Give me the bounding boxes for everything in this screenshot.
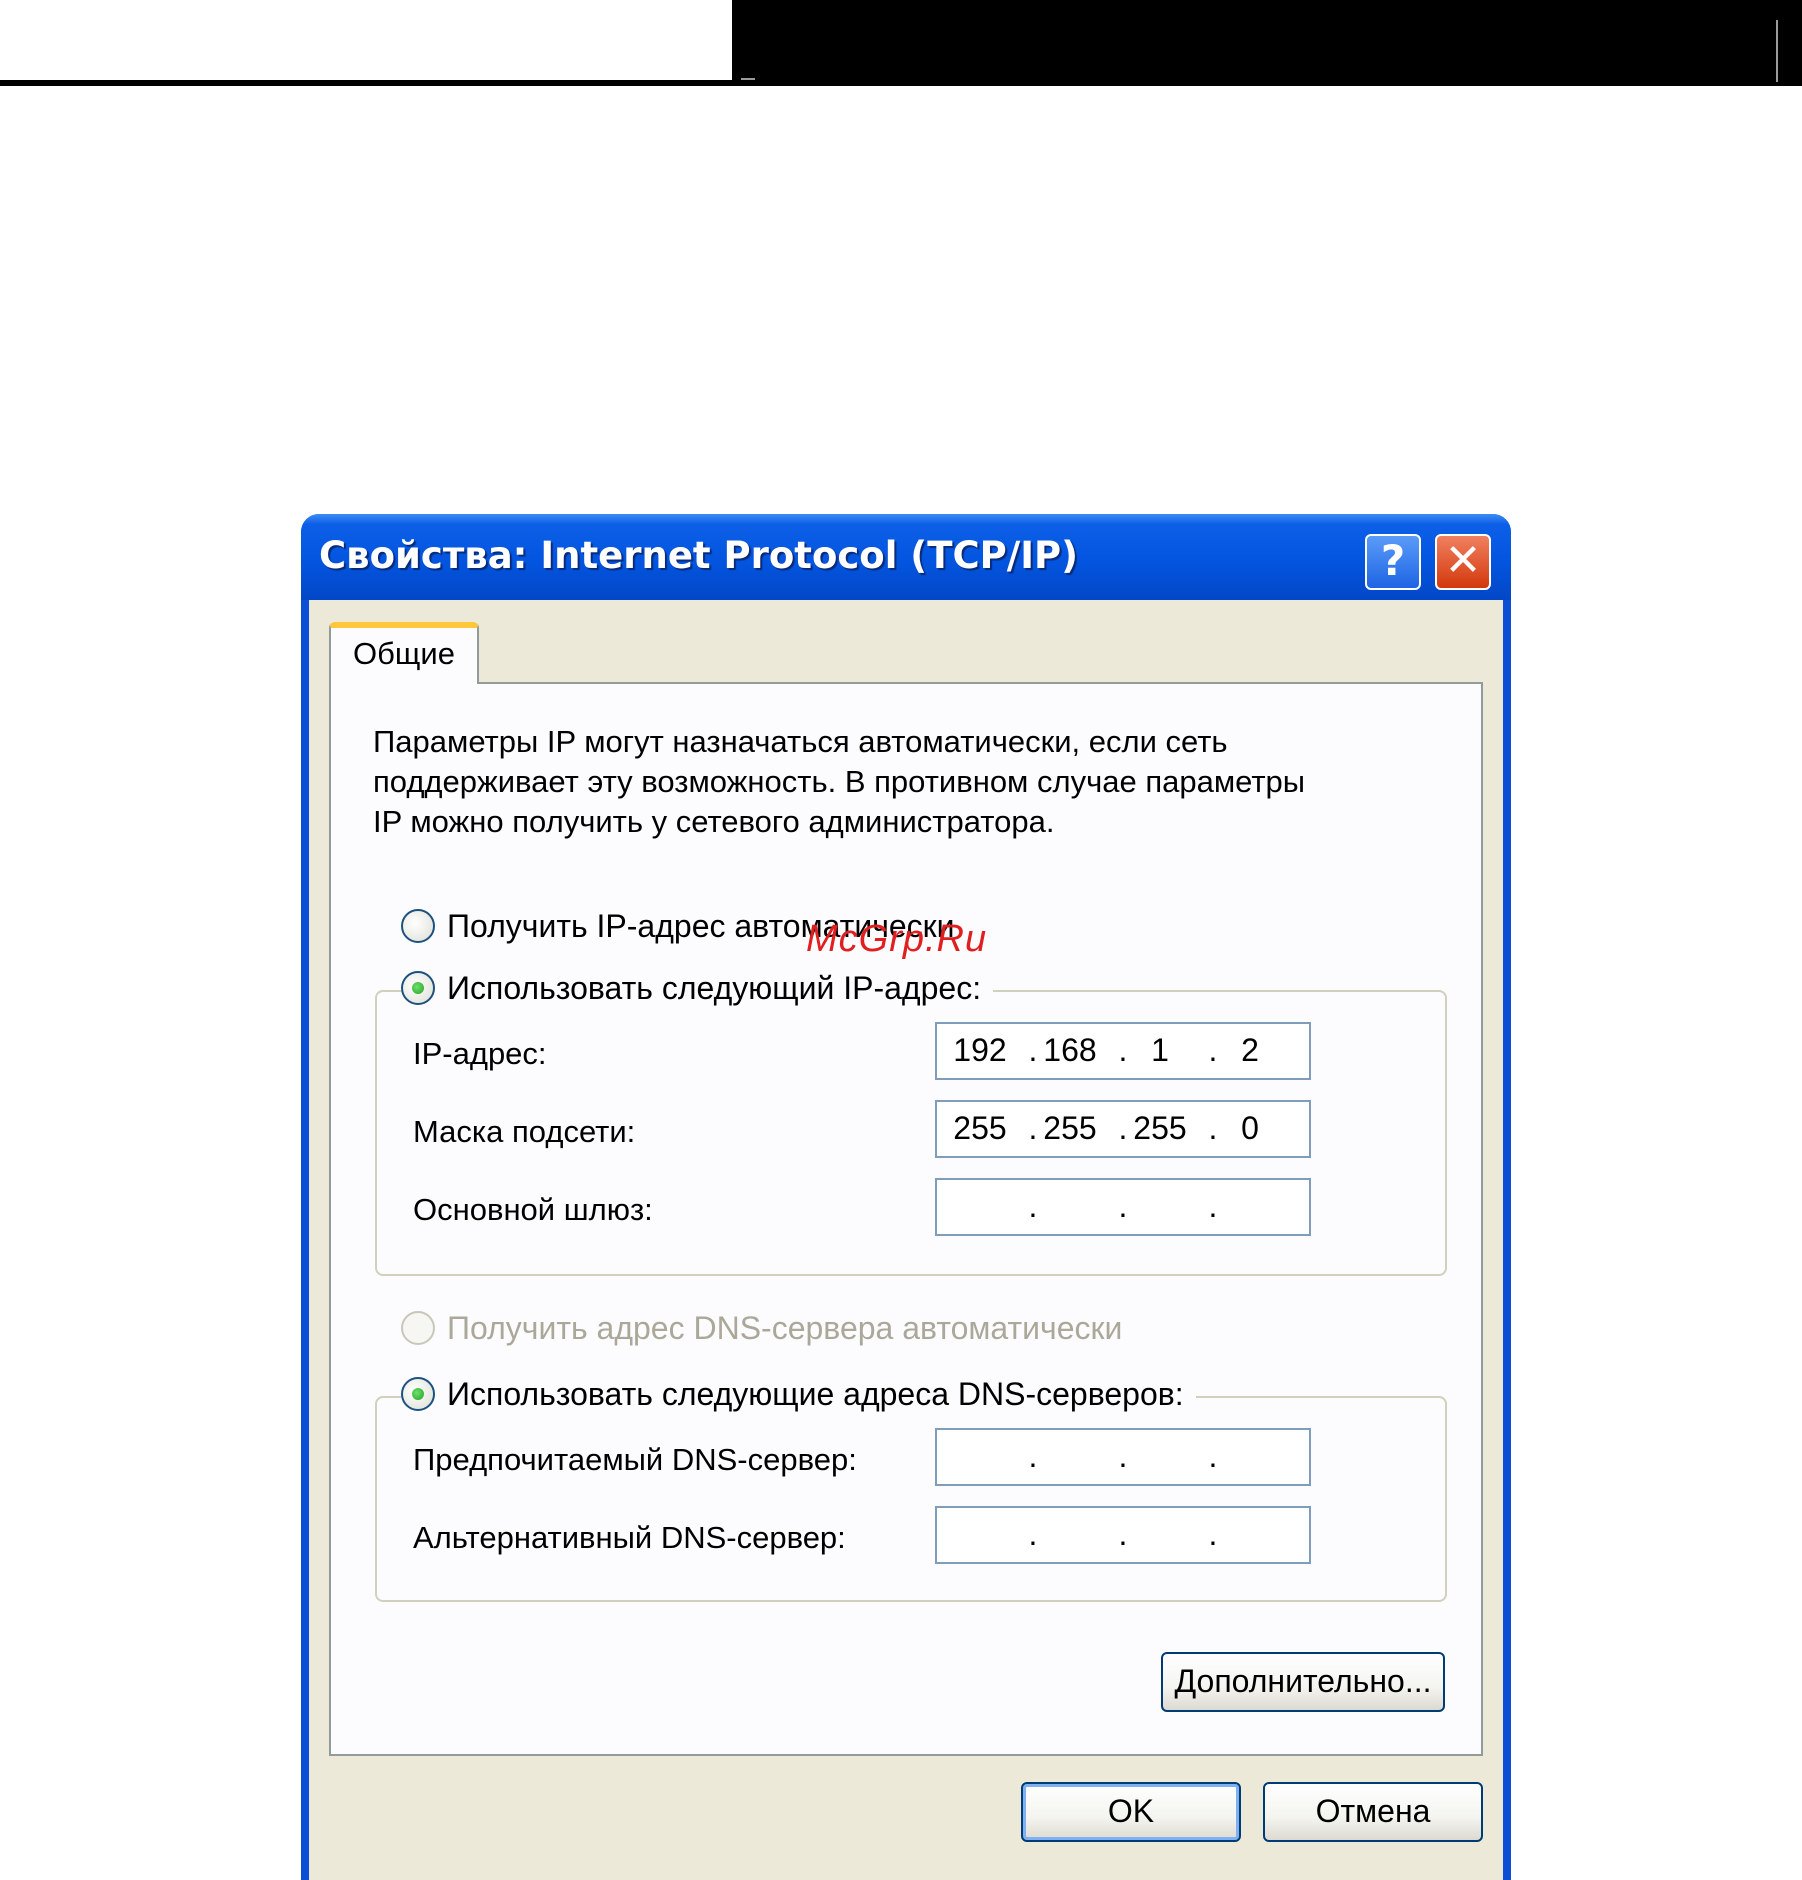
ip-octet: 168 [1043,1032,1097,1068]
alternate-dns-input[interactable]: . . . [935,1506,1311,1564]
tab-panel: Параметры IP могут назначаться автоматич… [329,682,1483,1756]
help-button[interactable]: ? [1365,534,1421,590]
watermark: McGrp.Ru [806,918,988,960]
ip-separator: . [1208,1188,1218,1224]
gateway-input[interactable]: . . . [935,1178,1311,1236]
ip-separator: . [1208,1516,1218,1552]
ip-octet: 192 [953,1032,1007,1068]
radio-ip-manual[interactable]: Использовать следующий IP-адрес: [401,966,994,1010]
ip-address-input[interactable]: 192 . 168 . 1 . 2 [935,1022,1311,1080]
radio-dns-auto-indicator [401,1311,435,1345]
ip-separator: . [1118,1438,1128,1474]
dialog-title: Свойства: Internet Protocol (TCP/IP) [319,534,1079,577]
gateway-label: Основной шлюз: [413,1192,653,1227]
radio-ip-auto-indicator[interactable] [401,909,435,943]
radio-dns-auto-label: Получить адрес DNS-сервера автоматически [447,1309,1123,1346]
advanced-button[interactable]: Дополнительно... [1161,1652,1445,1712]
alternate-dns-label: Альтернативный DNS-сервер: [413,1520,846,1555]
ip-separator: . [1028,1188,1038,1224]
header-black-band [732,0,1802,86]
subnet-mask-label: Маска подсети: [413,1114,636,1149]
radio-ip-manual-indicator[interactable] [401,971,435,1005]
description-text: Параметры IP могут назначаться автоматич… [373,722,1413,842]
tab-general[interactable]: Общие [329,622,479,684]
header-mark [1776,20,1778,82]
close-button[interactable]: ✕ [1435,534,1491,590]
preferred-dns-label: Предпочитаемый DNS-сервер: [413,1442,857,1477]
radio-dns-manual-label: Использовать следующие адреса DNS-сервер… [447,1375,1184,1412]
ip-octet: 1 [1151,1032,1169,1068]
ip-address-label: IP-адрес: [413,1036,547,1071]
ip-separator: . [1118,1188,1128,1224]
header-rule [0,80,740,86]
description-line: поддерживает эту возможность. В противно… [373,764,1306,799]
ip-separator: . [1208,1438,1218,1474]
tcpip-properties-dialog: Свойства: Internet Protocol (TCP/IP) ? ✕… [301,514,1511,1880]
dialog-body: Общие Параметры IP могут назначаться авт… [309,600,1503,1880]
ip-octet: 255 [1133,1110,1187,1146]
header-mark [741,78,755,80]
ip-separator: . [1118,1516,1128,1552]
ip-octet: 2 [1241,1032,1259,1068]
dns-group [375,1396,1447,1602]
ok-button[interactable]: OK [1021,1782,1241,1842]
tab-general-label: Общие [353,636,455,671]
ip-octet: 0 [1241,1110,1259,1146]
description-line: IP можно получить у сетевого администрат… [373,804,1055,839]
subnet-mask-input[interactable]: 255 . 255 . 255 . 0 [935,1100,1311,1158]
radio-dns-manual[interactable]: Использовать следующие адреса DNS-сервер… [401,1372,1196,1416]
ip-octet: 255 [1043,1110,1097,1146]
radio-dns-manual-indicator[interactable] [401,1377,435,1411]
radio-dns-auto: Получить адрес DNS-сервера автоматически [401,1306,1135,1350]
description-line: Параметры IP могут назначаться автоматич… [373,724,1228,759]
titlebar: Свойства: Internet Protocol (TCP/IP) ? ✕ [301,514,1511,600]
ip-octet: 255 [953,1110,1007,1146]
ip-separator: . [1028,1438,1038,1474]
preferred-dns-input[interactable]: . . . [935,1428,1311,1486]
ip-separator: . [1028,1516,1038,1552]
radio-ip-manual-label: Использовать следующий IP-адрес: [447,969,982,1006]
cancel-button[interactable]: Отмена [1263,1782,1483,1842]
